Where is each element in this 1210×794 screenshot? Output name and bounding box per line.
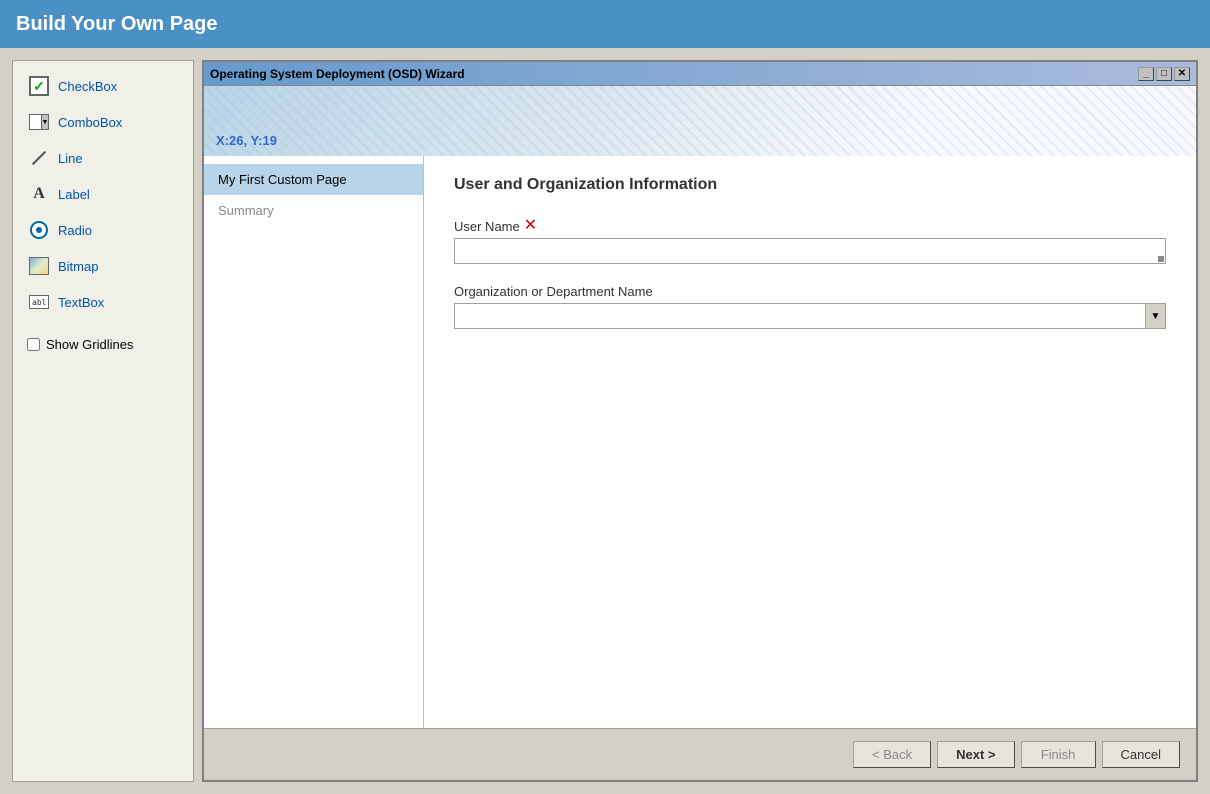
- show-gridlines-container: Show Gridlines: [19, 333, 187, 356]
- line-icon: [28, 147, 50, 169]
- wizard-titlebar: Operating System Deployment (OSD) Wizard…: [204, 62, 1196, 86]
- username-input[interactable]: [454, 238, 1166, 264]
- combobox-icon: ▼: [28, 111, 50, 133]
- label-icon: A: [28, 183, 50, 205]
- bitmap-icon: [28, 255, 50, 277]
- combobox-label: ComboBox: [58, 115, 122, 130]
- back-button[interactable]: < Back: [853, 741, 931, 768]
- outer-layout: CheckBox ▼ ComboBox Line A: [0, 48, 1210, 794]
- username-resize-handle[interactable]: [1158, 256, 1164, 262]
- orgname-combo-button[interactable]: ▼: [1145, 304, 1165, 328]
- toolbox-panel: CheckBox ▼ ComboBox Line A: [12, 60, 194, 782]
- orgname-label: Organization or Department Name: [454, 284, 1166, 299]
- toolbox-item-label[interactable]: A Label: [19, 177, 187, 211]
- wizard-coords: X:26, Y:19: [216, 133, 277, 148]
- textbox-label: TextBox: [58, 295, 104, 310]
- nav-item-custom-page[interactable]: My First Custom Page: [204, 164, 423, 195]
- username-field-container: User Name ✕: [454, 218, 1166, 264]
- section-title: User and Organization Information: [454, 176, 1166, 194]
- label-label: Label: [58, 187, 90, 202]
- next-button[interactable]: Next >: [937, 741, 1014, 768]
- minimize-button[interactable]: _: [1138, 67, 1154, 81]
- wizard-header: X:26, Y:19: [204, 86, 1196, 156]
- checkbox-label: CheckBox: [58, 79, 117, 94]
- orgname-field-container: Organization or Department Name ▼: [454, 284, 1166, 329]
- username-label: User Name ✕: [454, 218, 1166, 234]
- close-button[interactable]: ✕: [1174, 67, 1190, 81]
- line-label: Line: [58, 151, 83, 166]
- app-title: Build Your Own Page: [16, 13, 218, 36]
- show-gridlines-label[interactable]: Show Gridlines: [46, 337, 133, 352]
- wizard-window-controls: _ □ ✕: [1138, 67, 1190, 81]
- wizard-window: Operating System Deployment (OSD) Wizard…: [202, 60, 1198, 782]
- orgname-combo-wrapper: ▼: [454, 303, 1166, 329]
- orgname-input[interactable]: [455, 304, 1145, 328]
- toolbox-item-radio[interactable]: Radio: [19, 213, 187, 247]
- textbox-icon: abl: [28, 291, 50, 313]
- toolbox-item-line[interactable]: Line: [19, 141, 187, 175]
- username-input-wrapper: [454, 238, 1166, 264]
- wizard-footer: < Back Next > Finish Cancel: [204, 728, 1196, 780]
- wizard-content: User and Organization Information User N…: [424, 156, 1196, 728]
- wizard-nav: My First Custom Page Summary: [204, 156, 424, 728]
- toolbox-item-textbox[interactable]: abl TextBox: [19, 285, 187, 319]
- maximize-button[interactable]: □: [1156, 67, 1172, 81]
- nav-item-summary[interactable]: Summary: [204, 195, 423, 226]
- username-required-marker: ✕: [524, 218, 537, 234]
- toolbox-item-bitmap[interactable]: Bitmap: [19, 249, 187, 283]
- checkbox-icon: [28, 75, 50, 97]
- show-gridlines-checkbox[interactable]: [27, 338, 40, 351]
- wizard-title: Operating System Deployment (OSD) Wizard: [210, 67, 465, 81]
- app-title-bar: Build Your Own Page: [0, 0, 1210, 48]
- toolbox-item-checkbox[interactable]: CheckBox: [19, 69, 187, 103]
- radio-icon: [28, 219, 50, 241]
- bitmap-label: Bitmap: [58, 259, 98, 274]
- radio-label: Radio: [58, 223, 92, 238]
- wizard-body: My First Custom Page Summary User and Or…: [204, 156, 1196, 728]
- toolbox-item-combobox[interactable]: ▼ ComboBox: [19, 105, 187, 139]
- cancel-button[interactable]: Cancel: [1102, 741, 1180, 768]
- header-pattern: [204, 86, 1196, 156]
- finish-button[interactable]: Finish: [1021, 741, 1096, 768]
